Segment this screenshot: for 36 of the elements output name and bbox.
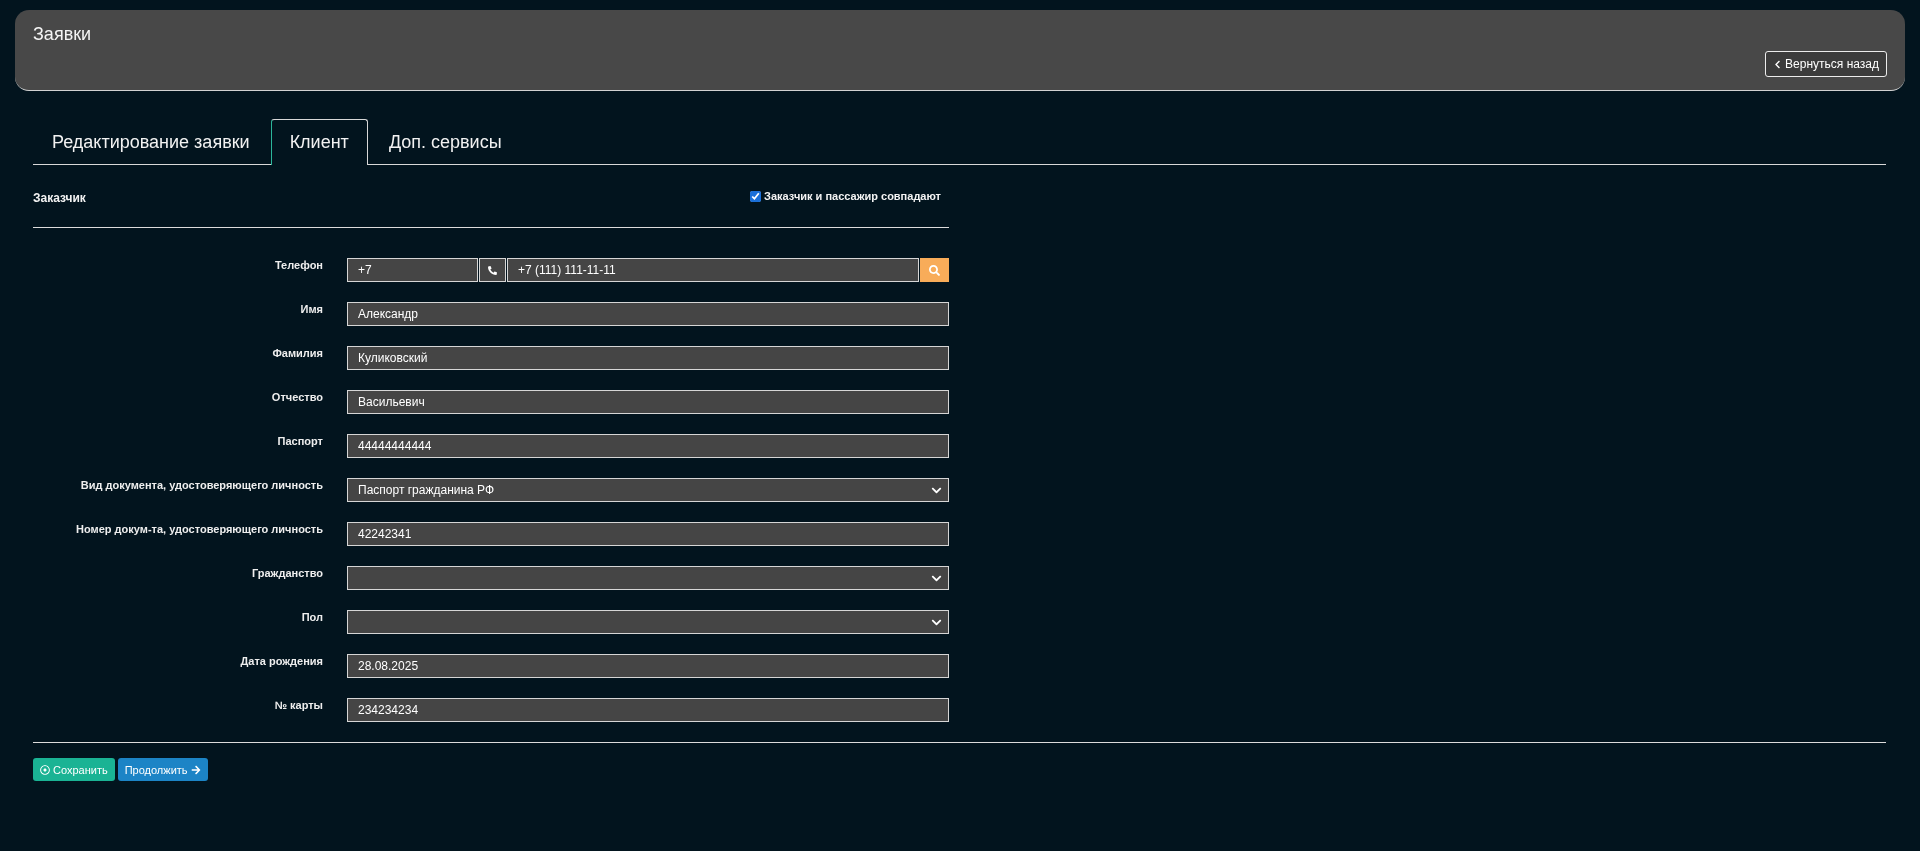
- dropdown-field[interactable]: Паспорт гражданина РФ: [347, 478, 949, 502]
- page-title: Заявки: [33, 23, 92, 45]
- field-label: Вид документа, удостоверяющего личность: [80, 478, 323, 492]
- field-label: Паспорт: [277, 434, 323, 448]
- field-label: Гражданство: [251, 566, 323, 580]
- chevron-left-icon: [1773, 59, 1783, 69]
- field-label: Имя: [300, 302, 323, 316]
- country-code-field[interactable]: +7: [347, 258, 478, 282]
- tab[interactable]: Клиент: [270, 119, 368, 165]
- field-label: Отчество: [271, 390, 323, 404]
- field-label: Пол: [301, 610, 323, 624]
- field-label: № карты: [274, 698, 323, 712]
- dropdown-field[interactable]: [347, 610, 949, 634]
- input-field[interactable]: 234234234: [347, 698, 949, 722]
- field-label: Номер докум-та, удостоверяющего личность: [76, 522, 323, 536]
- phone-number-field[interactable]: +7 (111) 111-11-11: [507, 258, 919, 282]
- input-field[interactable]: Васильевич: [347, 390, 949, 414]
- checkbox[interactable]: [750, 190, 762, 202]
- input-field[interactable]: Куликовский: [347, 346, 949, 370]
- back-button[interactable]: Вернуться назад: [1765, 51, 1887, 77]
- field-label: Телефон: [274, 258, 323, 272]
- search-icon: [929, 264, 940, 276]
- input-field[interactable]: Александр: [347, 302, 949, 326]
- continue-button[interactable]: Продолжить: [117, 758, 208, 781]
- field-label: Фамилия: [272, 346, 323, 360]
- input-field[interactable]: 44444444444: [347, 434, 949, 458]
- phone-icon: [479, 258, 506, 282]
- field-label: Дата рождения: [240, 654, 323, 668]
- checkbox-label: Заказчик и пассажир совпадают: [764, 190, 941, 202]
- arrow-right-icon: [190, 764, 201, 775]
- tab[interactable]: Редактирование заявки: [33, 119, 269, 165]
- section-title: Заказчик: [33, 191, 86, 205]
- input-field[interactable]: 42242341: [347, 522, 949, 546]
- tab[interactable]: Доп. сервисы: [369, 119, 521, 165]
- input-field[interactable]: 28.08.2025: [347, 654, 949, 678]
- dropdown-field[interactable]: [347, 566, 949, 590]
